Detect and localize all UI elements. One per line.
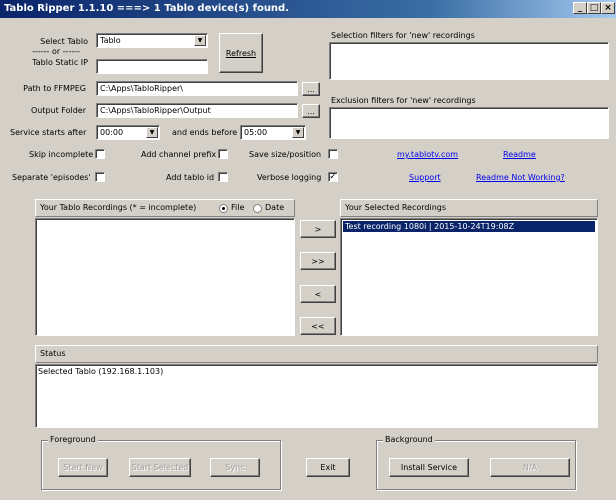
status-log[interactable]: Selected Tablo (192.168.1.103) bbox=[35, 364, 598, 428]
start-new-label: Start New bbox=[63, 463, 103, 472]
window-title: Tablo Ripper 1.1.10 ===> 1 Tablo device(… bbox=[4, 3, 290, 14]
add-channel-prefix-checkbox[interactable] bbox=[218, 149, 228, 159]
or-label: ------ or ------ bbox=[32, 47, 80, 56]
service-ends-select[interactable]: 05:00 ▼ bbox=[240, 125, 306, 140]
tablo-recordings-list[interactable] bbox=[35, 218, 295, 336]
status-title: Status bbox=[40, 349, 66, 358]
move-left-button[interactable]: < bbox=[300, 285, 336, 303]
static-ip-label: Tablo Static IP bbox=[32, 58, 88, 67]
separate-episodes-label: Separate 'episodes' bbox=[12, 173, 91, 182]
start-selected-label: Start Selected bbox=[131, 463, 189, 472]
move-right-label: > bbox=[314, 224, 322, 234]
skip-incomplete-checkbox[interactable] bbox=[95, 149, 105, 159]
move-right-button[interactable]: > bbox=[300, 220, 336, 238]
chevron-down-icon[interactable]: ▼ bbox=[292, 127, 304, 138]
exclusion-filters-input[interactable] bbox=[329, 107, 609, 139]
readme-not-working-link[interactable]: Readme Not Working? bbox=[476, 173, 565, 182]
start-selected-button[interactable]: Start Selected bbox=[129, 458, 191, 477]
tablo-select-value: Tablo bbox=[100, 36, 121, 45]
foreground-title: Foreground bbox=[48, 435, 98, 444]
tablo-recordings-title: Your Tablo Recordings (* = incomplete) bbox=[40, 203, 197, 212]
install-service-button[interactable]: Install Service bbox=[389, 458, 469, 477]
service-starts-select[interactable]: 00:00 ▼ bbox=[96, 125, 160, 140]
support-link[interactable]: Support bbox=[409, 173, 441, 182]
selected-recordings-header: Your Selected Recordings bbox=[340, 199, 598, 217]
selection-filters-label: Selection filters for 'new' recordings bbox=[331, 31, 475, 40]
move-all-right-button[interactable]: >> bbox=[300, 252, 336, 270]
chevron-down-icon[interactable]: ▼ bbox=[194, 35, 206, 46]
verbose-logging-checkbox[interactable]: ✓ bbox=[328, 172, 338, 182]
status-header: Status bbox=[35, 345, 598, 363]
move-all-left-label: << bbox=[311, 321, 325, 331]
minimize-button[interactable]: _ bbox=[573, 2, 587, 14]
sync-label: Sync bbox=[225, 463, 245, 472]
ffmpeg-browse-button[interactable]: ... bbox=[302, 82, 320, 96]
install-service-label: Install Service bbox=[400, 463, 458, 472]
background-title: Background bbox=[383, 435, 435, 444]
readme-link[interactable]: Readme bbox=[503, 150, 536, 159]
output-folder-label: Output Folder bbox=[30, 106, 86, 115]
selection-filters-input[interactable] bbox=[329, 42, 609, 80]
service-starts-value: 00:00 bbox=[100, 128, 124, 137]
static-ip-input[interactable] bbox=[96, 59, 208, 74]
save-size-position-checkbox[interactable] bbox=[328, 149, 338, 159]
sync-button[interactable]: Sync bbox=[210, 458, 260, 477]
sort-file-radio[interactable] bbox=[219, 204, 228, 213]
move-left-label: < bbox=[314, 289, 322, 299]
add-channel-prefix-label: Add channel prefix bbox=[141, 150, 217, 159]
chevron-down-icon[interactable]: ▼ bbox=[146, 127, 158, 138]
selected-recordings-list[interactable]: Test recording 1080i | 2015-10-24T19:08Z bbox=[340, 218, 598, 336]
verbose-logging-label: Verbose logging bbox=[257, 173, 322, 182]
sort-file-label: File bbox=[231, 203, 245, 212]
ffmpeg-browse-label: ... bbox=[307, 84, 315, 94]
service-ends-label: and ends before bbox=[172, 128, 238, 137]
ffmpeg-path-input[interactable]: C:\Apps\TabloRipper\ bbox=[96, 81, 298, 96]
sort-date-label: Date bbox=[265, 203, 285, 212]
add-tablo-id-label: Add tablo id bbox=[166, 173, 215, 182]
skip-incomplete-label: Skip incomplete bbox=[29, 150, 94, 159]
move-all-right-label: >> bbox=[311, 256, 325, 266]
output-browse-label: ... bbox=[307, 106, 315, 116]
selected-recordings-title: Your Selected Recordings bbox=[345, 203, 447, 212]
output-folder-input[interactable]: C:\Apps\TabloRipper\Output bbox=[96, 103, 298, 118]
move-all-left-button[interactable]: << bbox=[300, 317, 336, 335]
tablo-select[interactable]: Tablo ▼ bbox=[96, 33, 208, 48]
exit-button[interactable]: Exit bbox=[306, 458, 350, 477]
status-text: Selected Tablo (192.168.1.103) bbox=[38, 367, 164, 376]
service-starts-label: Service starts after bbox=[10, 128, 87, 137]
close-button[interactable]: × bbox=[601, 2, 615, 14]
list-item[interactable]: Test recording 1080i | 2015-10-24T19:08Z bbox=[343, 221, 595, 232]
ffmpeg-label: Path to FFMPEG bbox=[23, 84, 86, 93]
exit-label: Exit bbox=[320, 463, 336, 472]
maximize-button[interactable]: □ bbox=[587, 2, 601, 14]
save-size-position-label: Save size/position bbox=[249, 150, 322, 159]
na-button[interactable]: N/A bbox=[490, 458, 570, 477]
mytablo-link[interactable]: my.tablotv.com bbox=[397, 150, 458, 159]
na-label: N/A bbox=[522, 463, 538, 472]
refresh-button-label: Refresh bbox=[225, 48, 257, 58]
exclusion-filters-label: Exclusion filters for 'new' recordings bbox=[331, 96, 476, 105]
select-tablo-label: Select Tablo bbox=[40, 37, 88, 46]
sort-date-radio[interactable] bbox=[253, 204, 262, 213]
start-new-button[interactable]: Start New bbox=[58, 458, 108, 477]
service-ends-value: 05:00 bbox=[244, 128, 268, 137]
add-tablo-id-checkbox[interactable] bbox=[218, 172, 228, 182]
title-bar[interactable]: Tablo Ripper 1.1.10 ===> 1 Tablo device(… bbox=[0, 0, 616, 18]
refresh-button[interactable]: Refresh bbox=[219, 33, 263, 73]
output-browse-button[interactable]: ... bbox=[302, 104, 320, 118]
separate-episodes-checkbox[interactable] bbox=[95, 172, 105, 182]
